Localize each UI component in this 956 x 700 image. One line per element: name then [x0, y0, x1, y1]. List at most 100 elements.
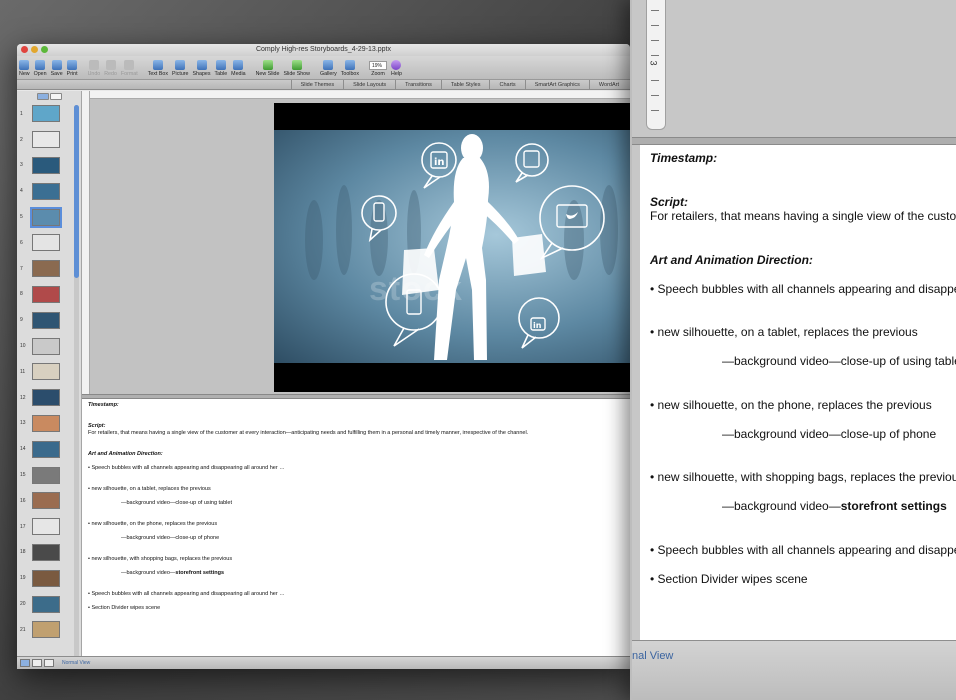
- scrollbar-thumb[interactable]: [74, 105, 79, 278]
- shapes-button[interactable]: Shapes: [193, 60, 210, 77]
- slide-thumbnail-image: [32, 234, 60, 252]
- slide-number: 19: [20, 575, 26, 582]
- current-slide[interactable]: in in stock: [274, 103, 630, 392]
- magnified-ruler: 3: [646, 0, 666, 130]
- slide-thumbnail[interactable]: 2: [20, 127, 81, 153]
- slide-thumbnail[interactable]: 13: [20, 411, 81, 437]
- slide-number: 18: [20, 549, 26, 556]
- print-button[interactable]: Print: [67, 60, 78, 77]
- slide-thumbnail[interactable]: 20: [20, 591, 81, 617]
- slide-thumbnail[interactable]: 10: [20, 333, 81, 359]
- slide-show-view-button[interactable]: [44, 659, 54, 667]
- notes-timestamp-label: Timestamp:: [88, 402, 119, 408]
- slide-thumbnail[interactable]: 19: [20, 565, 81, 591]
- media-button[interactable]: Media: [231, 60, 246, 77]
- new-button[interactable]: New: [19, 60, 30, 77]
- gallery-button[interactable]: Gallery: [320, 60, 337, 77]
- tab-wordart[interactable]: WordArt: [588, 80, 628, 89]
- slide-thumbnail-image: [32, 260, 60, 278]
- slide-thumbnail[interactable]: 7: [20, 256, 81, 282]
- open-icon: [35, 60, 46, 70]
- slide-thumbnail[interactable]: 1: [20, 101, 81, 127]
- tab-smartart-graphics[interactable]: SmartArt Graphics: [524, 80, 589, 89]
- slide-number: 13: [20, 420, 26, 427]
- slides-view-button[interactable]: [36, 93, 49, 100]
- open-button[interactable]: Open: [34, 60, 47, 77]
- zoom-line: —background video—close-up of phone: [722, 426, 937, 441]
- window-controls: [21, 46, 48, 53]
- zoom-view-label: nal View: [632, 650, 674, 662]
- slide-sorter-view-button[interactable]: [32, 659, 42, 667]
- slide-thumbnail[interactable]: 5: [20, 204, 81, 230]
- slide-thumbnail[interactable]: 18: [20, 540, 81, 566]
- slide-thumbnail[interactable]: 11: [20, 359, 81, 385]
- close-window-button[interactable]: [21, 46, 28, 53]
- picture-icon: [175, 60, 186, 70]
- zoom-line-text: —background video—: [722, 499, 841, 513]
- slide-thumbnail-image: [32, 285, 60, 303]
- zoom-control[interactable]: 19% Zoom: [369, 61, 387, 77]
- notes-line: —background video—close-up of phone: [121, 535, 220, 541]
- slide-thumbnail[interactable]: 16: [20, 488, 81, 514]
- slide-thumbnail-image: [32, 105, 60, 123]
- thumbnail-scrollbar[interactable]: [74, 105, 79, 656]
- slide-canvas: in in stock: [90, 99, 630, 394]
- format-button[interactable]: Format: [121, 60, 138, 77]
- zoom-window-button[interactable]: [41, 46, 48, 53]
- slide-thumbnail[interactable]: 21: [20, 617, 81, 643]
- notes-pane[interactable]: Timestamp: Script: For retailers, that m…: [82, 399, 630, 656]
- slide-show-button[interactable]: Slide Show: [283, 60, 310, 77]
- zoom-line: —background video—storefront settings: [650, 499, 947, 514]
- tab-charts[interactable]: Charts: [489, 80, 524, 89]
- slide-thumbnail[interactable]: 6: [20, 230, 81, 256]
- slide-show-icon: [291, 60, 302, 70]
- slide-number: 12: [20, 394, 26, 401]
- format-icon: [124, 60, 135, 70]
- notes-line: • new silhouette, on the phone, replaces…: [88, 521, 218, 527]
- magnified-notes-text: Timestamp: Script: For retailers, that m…: [640, 145, 956, 640]
- slide-number: 9: [20, 317, 23, 324]
- ribbon-tabs: Slide Themes Slide Layouts Transitions T…: [17, 80, 630, 90]
- slide-number: 6: [20, 239, 23, 246]
- slide-thumbnail[interactable]: 8: [20, 282, 81, 308]
- slide-thumbnail-image: [32, 543, 60, 561]
- slide-thumbnail[interactable]: 9: [20, 307, 81, 333]
- slide-thumbnail-image: [32, 621, 60, 639]
- slide-thumbnail[interactable]: 4: [20, 178, 81, 204]
- text-box-icon: [152, 60, 163, 70]
- text-box-button[interactable]: Text Box: [148, 60, 168, 77]
- slide-thumbnail[interactable]: 14: [20, 436, 81, 462]
- notes-line: • new silhouette, on a tablet, replaces …: [88, 486, 211, 492]
- zoom-input[interactable]: 19%: [369, 61, 387, 70]
- minimize-window-button[interactable]: [31, 46, 38, 53]
- picture-button[interactable]: Picture: [172, 60, 189, 77]
- stock-watermark: stock: [369, 270, 463, 308]
- notes-script-text: For retailers, that means having a singl…: [88, 430, 529, 436]
- tab-transitions[interactable]: Transitions: [395, 80, 441, 89]
- normal-view-button[interactable]: [20, 659, 30, 667]
- help-icon: [391, 60, 402, 70]
- save-button[interactable]: Save: [51, 60, 63, 77]
- slide-thumbnail[interactable]: 3: [20, 153, 81, 179]
- new-slide-button[interactable]: New Slide: [256, 60, 279, 77]
- outline-view-button[interactable]: [49, 93, 62, 100]
- table-button[interactable]: Table: [214, 60, 227, 77]
- toolbox-button[interactable]: Toolbox: [341, 60, 359, 77]
- slide-thumbnail[interactable]: 17: [20, 514, 81, 540]
- slide-thumbnail[interactable]: 12: [20, 385, 81, 411]
- notes-bold-text: storefront settings: [175, 570, 225, 576]
- tab-slide-layouts[interactable]: Slide Layouts: [343, 80, 395, 89]
- zoom-line: • new silhouette, on a tablet, replaces …: [650, 325, 918, 339]
- redo-button[interactable]: Redo: [104, 60, 117, 77]
- title-bar: Comply High-res Storyboards_4-29-13.pptx: [17, 44, 630, 56]
- notes-line: • Section Divider wipes scene: [88, 605, 161, 611]
- help-button[interactable]: Help: [391, 60, 402, 77]
- undo-button[interactable]: Undo: [88, 60, 100, 77]
- slide-thumbnail-image: [32, 311, 60, 329]
- tab-table-styles[interactable]: Table Styles: [440, 80, 490, 89]
- magnified-notes-panel: 3 Timestamp: Script: For retailers, that…: [630, 0, 956, 700]
- slide-thumbnail-pane: 1 2 3 4 5 6 7 8 9 10 11 12 13 14 15 16 17 18 19 20 21: [17, 91, 82, 656]
- zoom-direction-label: Art and Animation Direction:: [650, 252, 813, 267]
- tab-slide-themes[interactable]: Slide Themes: [290, 80, 344, 89]
- slide-thumbnail[interactable]: 15: [20, 462, 81, 488]
